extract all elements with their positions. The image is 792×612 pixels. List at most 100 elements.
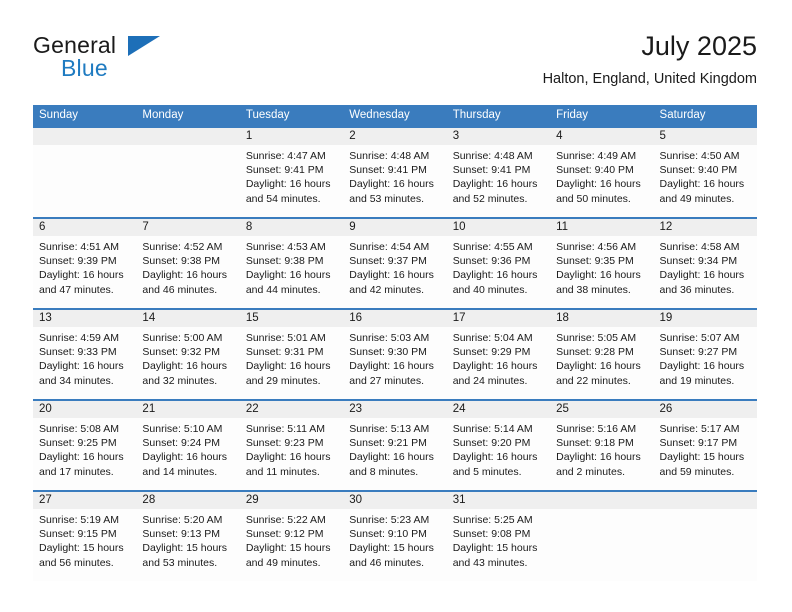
day-number[interactable]	[136, 128, 239, 145]
day-cell: Sunrise: 5:00 AM Sunset: 9:32 PM Dayligh…	[136, 327, 239, 399]
day-cell: Sunrise: 5:05 AM Sunset: 9:28 PM Dayligh…	[550, 327, 653, 399]
week-row: 27 28 29 30 31 Sunrise: 5:19 AM Sunset: …	[33, 490, 757, 581]
day-number[interactable]: 5	[654, 128, 757, 145]
sunset-text: Sunset: 9:08 PM	[452, 528, 531, 541]
day-number[interactable]: 2	[343, 128, 446, 145]
sunrise-text: Sunrise: 4:53 AM	[245, 241, 326, 253]
sunrise-text: Sunrise: 4:48 AM	[452, 150, 533, 162]
sunset-text: Sunset: 9:39 PM	[39, 255, 117, 268]
daylight-text: Daylight: 15 hours and 53 minutes.	[142, 542, 228, 569]
day-number[interactable]	[550, 492, 653, 509]
day-number[interactable]: 26	[654, 401, 757, 418]
day-number[interactable]: 13	[33, 310, 136, 327]
day-cell: Sunrise: 4:56 AM Sunset: 9:35 PM Dayligh…	[550, 236, 653, 308]
day-cell: Sunrise: 4:47 AM Sunset: 9:41 PM Dayligh…	[240, 145, 343, 217]
day-number[interactable]: 31	[447, 492, 550, 509]
week-row: 13 14 15 16 17 18 19 Sunrise: 4:59 AM Su…	[33, 308, 757, 399]
day-cell: Sunrise: 4:52 AM Sunset: 9:38 PM Dayligh…	[136, 236, 239, 308]
weekday-header-saturday: Saturday	[659, 109, 706, 121]
day-number-band: 1 2 3 4 5	[33, 128, 757, 145]
day-number[interactable]: 4	[550, 128, 653, 145]
day-cell	[33, 145, 136, 217]
daylight-text: Daylight: 16 hours and 19 minutes.	[659, 360, 745, 387]
day-number[interactable]	[33, 128, 136, 145]
day-cell: Sunrise: 5:22 AM Sunset: 9:12 PM Dayligh…	[240, 509, 343, 581]
logo-triangle-icon	[128, 36, 160, 56]
day-number[interactable]: 14	[136, 310, 239, 327]
day-number[interactable]	[654, 492, 757, 509]
sunrise-text: Sunrise: 5:04 AM	[452, 332, 533, 344]
daylight-text: Daylight: 15 hours and 43 minutes.	[452, 542, 538, 569]
day-number[interactable]: 6	[33, 219, 136, 236]
day-number[interactable]: 7	[136, 219, 239, 236]
sunset-text: Sunset: 9:20 PM	[452, 437, 531, 450]
day-detail-band: Sunrise: 4:47 AM Sunset: 9:41 PM Dayligh…	[33, 145, 757, 217]
sunrise-text: Sunrise: 5:22 AM	[245, 514, 326, 526]
day-number[interactable]: 30	[343, 492, 446, 509]
sunrise-text: Sunrise: 5:16 AM	[556, 423, 637, 435]
day-detail-band: Sunrise: 4:59 AM Sunset: 9:33 PM Dayligh…	[33, 327, 757, 399]
daylight-text: Daylight: 16 hours and 14 minutes.	[142, 451, 228, 478]
weekday-header-wednesday: Wednesday	[349, 109, 410, 121]
sunset-text: Sunset: 9:29 PM	[452, 346, 531, 359]
sunrise-text: Sunrise: 5:03 AM	[349, 332, 430, 344]
sunset-text: Sunset: 9:25 PM	[39, 437, 117, 450]
sunset-text: Sunset: 9:23 PM	[245, 437, 324, 450]
day-number[interactable]: 17	[447, 310, 550, 327]
daylight-text: Daylight: 15 hours and 49 minutes.	[245, 542, 331, 569]
day-number[interactable]: 9	[343, 219, 446, 236]
sunrise-text: Sunrise: 5:13 AM	[349, 423, 430, 435]
sunset-text: Sunset: 9:36 PM	[452, 255, 531, 268]
sunset-text: Sunset: 9:17 PM	[659, 437, 738, 450]
day-number[interactable]: 23	[343, 401, 446, 418]
sunrise-text: Sunrise: 5:01 AM	[245, 332, 326, 344]
sunrise-text: Sunrise: 4:49 AM	[556, 150, 637, 162]
daylight-text: Daylight: 15 hours and 56 minutes.	[39, 542, 124, 569]
day-number[interactable]: 28	[136, 492, 239, 509]
generalblue-logo[interactable]: General Blue	[33, 32, 253, 94]
sunset-text: Sunset: 9:34 PM	[659, 255, 738, 268]
day-number[interactable]: 15	[240, 310, 343, 327]
daylight-text: Daylight: 16 hours and 22 minutes.	[556, 360, 641, 387]
day-detail-band: Sunrise: 5:08 AM Sunset: 9:25 PM Dayligh…	[33, 418, 757, 490]
day-number[interactable]: 27	[33, 492, 136, 509]
day-number[interactable]: 24	[447, 401, 550, 418]
day-number[interactable]: 11	[550, 219, 653, 236]
sunrise-text: Sunrise: 4:52 AM	[142, 241, 223, 253]
day-number[interactable]: 21	[136, 401, 239, 418]
day-number[interactable]: 3	[447, 128, 550, 145]
title-block: July 2025 Halton, England, United Kingdo…	[543, 30, 757, 88]
day-number[interactable]: 8	[240, 219, 343, 236]
day-number[interactable]: 10	[447, 219, 550, 236]
day-cell: Sunrise: 4:49 AM Sunset: 9:40 PM Dayligh…	[550, 145, 653, 217]
day-number[interactable]: 12	[654, 219, 757, 236]
day-number[interactable]: 29	[240, 492, 343, 509]
day-cell: Sunrise: 5:03 AM Sunset: 9:30 PM Dayligh…	[343, 327, 446, 399]
day-number[interactable]: 25	[550, 401, 653, 418]
daylight-text: Daylight: 15 hours and 59 minutes.	[659, 451, 745, 478]
sunset-text: Sunset: 9:15 PM	[39, 528, 117, 541]
day-cell: Sunrise: 4:51 AM Sunset: 9:39 PM Dayligh…	[33, 236, 136, 308]
day-number[interactable]: 22	[240, 401, 343, 418]
day-number[interactable]: 19	[654, 310, 757, 327]
day-detail-band: Sunrise: 5:19 AM Sunset: 9:15 PM Dayligh…	[33, 509, 757, 581]
sunset-text: Sunset: 9:30 PM	[349, 346, 427, 359]
daylight-text: Daylight: 16 hours and 38 minutes.	[556, 269, 641, 296]
day-number[interactable]: 20	[33, 401, 136, 418]
sunrise-text: Sunrise: 4:55 AM	[452, 241, 533, 253]
day-number[interactable]: 18	[550, 310, 653, 327]
daylight-text: Daylight: 16 hours and 52 minutes.	[452, 178, 538, 205]
page-title: July 2025	[641, 31, 757, 61]
sunset-text: Sunset: 9:41 PM	[349, 164, 427, 177]
day-cell: Sunrise: 5:14 AM Sunset: 9:20 PM Dayligh…	[447, 418, 550, 490]
sunrise-text: Sunrise: 5:11 AM	[245, 423, 326, 435]
day-number[interactable]: 1	[240, 128, 343, 145]
sunrise-text: Sunrise: 4:48 AM	[349, 150, 430, 162]
day-cell	[136, 145, 239, 217]
sunrise-text: Sunrise: 5:00 AM	[142, 332, 223, 344]
daylight-text: Daylight: 16 hours and 36 minutes.	[659, 269, 745, 296]
sunset-text: Sunset: 9:35 PM	[556, 255, 634, 268]
day-number[interactable]: 16	[343, 310, 446, 327]
day-cell: Sunrise: 5:17 AM Sunset: 9:17 PM Dayligh…	[654, 418, 757, 490]
sunset-text: Sunset: 9:38 PM	[245, 255, 324, 268]
